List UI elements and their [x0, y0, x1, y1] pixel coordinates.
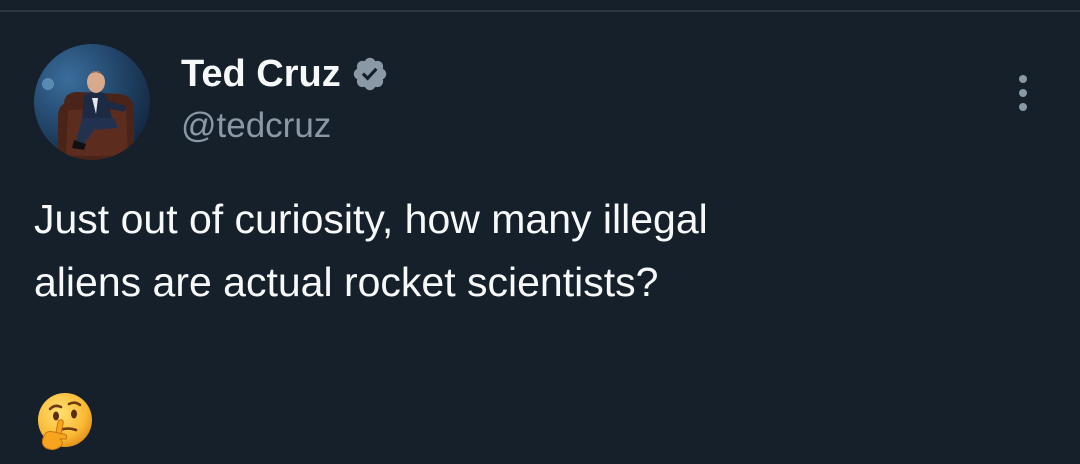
tweet-text-line-1: Just out of curiosity, how many illegal	[34, 196, 708, 242]
more-options-button[interactable]	[1002, 70, 1044, 116]
profile-photo-icon	[34, 44, 150, 160]
author-avatar[interactable]	[34, 44, 150, 160]
author-display-name[interactable]: Ted Cruz	[181, 52, 389, 96]
verified-badge-icon	[351, 55, 389, 93]
author-handle[interactable]: @tedcruz	[181, 104, 331, 148]
display-name-text: Ted Cruz	[181, 53, 341, 95]
tweet-text-line-2: aliens are actual rocket scientists?	[34, 259, 659, 305]
tweet-text: Just out of curiosity, how many illegal …	[34, 188, 1044, 314]
top-divider	[0, 10, 1080, 12]
thinking-face-icon	[34, 392, 96, 454]
more-options-icon	[1019, 75, 1027, 111]
